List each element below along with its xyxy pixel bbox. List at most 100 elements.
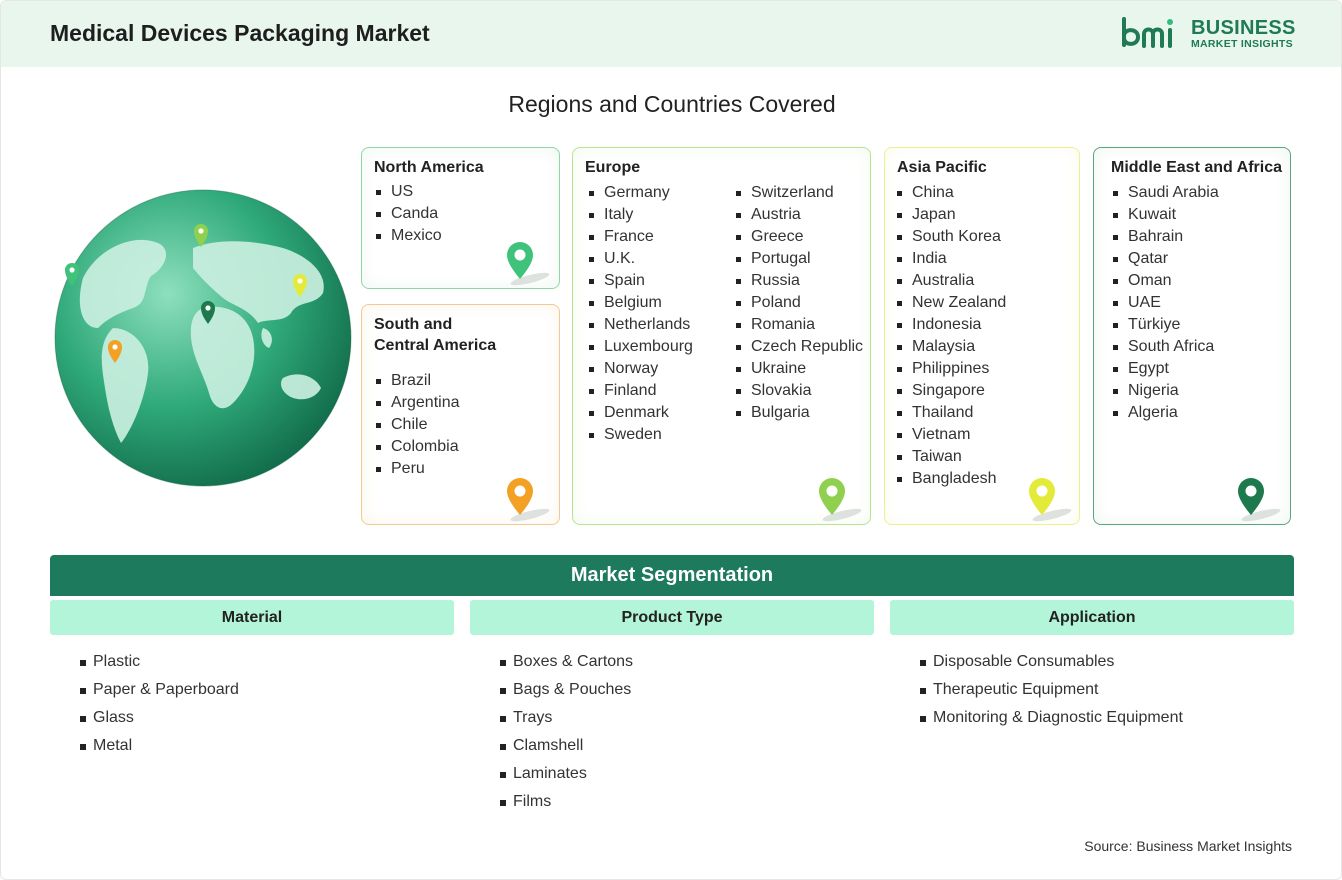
list-item: Egypt [1111, 358, 1219, 380]
region-card-middle-east-africa: Middle East and Africa Saudi Arabia Kuwa… [1093, 147, 1291, 525]
list-item: Italy [587, 204, 693, 226]
list-item: Greece [734, 226, 863, 248]
region-title: Middle East and Africa [1111, 159, 1282, 176]
list-item: China [895, 182, 1006, 204]
region-title: Europe [585, 159, 641, 176]
list-item: Norway [587, 358, 693, 380]
segment-heading-material: Material [50, 600, 454, 635]
list-item: Colombia [374, 436, 460, 458]
list-item: Denmark [587, 402, 693, 424]
header-bar: Medical Devices Packaging Market BUSINES… [1, 1, 1341, 67]
list-item: Plastic [80, 650, 239, 678]
list-item: Australia [895, 270, 1006, 292]
list-item: Belgium [587, 292, 693, 314]
list-item: Kuwait [1111, 204, 1219, 226]
list-item: Portugal [734, 248, 863, 270]
region-title: South and Central America [374, 314, 496, 356]
list-item: Austria [734, 204, 863, 226]
list-item: US [374, 181, 442, 203]
list-item: Japan [895, 204, 1006, 226]
list-item: Argentina [374, 392, 460, 414]
segment-heading-application: Application [890, 600, 1294, 635]
country-list: Saudi Arabia Kuwait Bahrain Qatar Oman U… [1111, 182, 1219, 424]
list-item: Canda [374, 203, 442, 225]
list-item: Russia [734, 270, 863, 292]
country-list: Brazil Argentina Chile Colombia Peru [374, 370, 460, 480]
list-item: Poland [734, 292, 863, 314]
country-list: China Japan South Korea India Australia … [895, 182, 1006, 490]
region-title: Asia Pacific [897, 159, 987, 176]
country-list: Germany Italy France U.K. Spain Belgium … [587, 182, 693, 446]
list-item: Czech Republic [734, 336, 863, 358]
list-item: Boxes & Cartons [500, 650, 633, 678]
list-item: Finland [587, 380, 693, 402]
list-item: Romania [734, 314, 863, 336]
list-item: Sweden [587, 424, 693, 446]
list-item: Bahrain [1111, 226, 1219, 248]
bmi-logo-icon [1122, 17, 1173, 48]
map-pin-icon [819, 478, 862, 522]
region-title-line: South and [374, 316, 453, 333]
list-item: Singapore [895, 380, 1006, 402]
list-item: India [895, 248, 1006, 270]
map-pin-icon [507, 242, 550, 286]
list-item: South Africa [1111, 336, 1219, 358]
list-item: Slovakia [734, 380, 863, 402]
region-card-asia-pacific: Asia Pacific China Japan South Korea Ind… [884, 147, 1080, 525]
list-item: Ukraine [734, 358, 863, 380]
segment-list-material: Plastic Paper & Paperboard Glass Metal [80, 650, 239, 762]
segment-heading-product-type: Product Type [470, 600, 874, 635]
region-card-europe: Europe Germany Italy France U.K. Spain B… [572, 147, 871, 525]
list-item: Disposable Consumables [920, 650, 1183, 678]
list-item: Glass [80, 706, 239, 734]
list-item: Malaysia [895, 336, 1006, 358]
list-item: Brazil [374, 370, 460, 392]
list-item: Therapeutic Equipment [920, 678, 1183, 706]
list-item: U.K. [587, 248, 693, 270]
list-item: Taiwan [895, 446, 1006, 468]
segment-list-application: Disposable Consumables Therapeutic Equip… [920, 650, 1183, 734]
market-segmentation-title: Market Segmentation [50, 555, 1294, 596]
list-item: Oman [1111, 270, 1219, 292]
list-item: Saudi Arabia [1111, 182, 1219, 204]
list-item: Films [500, 790, 633, 818]
region-card-north-america: North America US Canda Mexico [361, 147, 560, 289]
list-item: Algeria [1111, 402, 1219, 424]
list-item: Germany [587, 182, 693, 204]
list-item: Netherlands [587, 314, 693, 336]
list-item: Paper & Paperboard [80, 678, 239, 706]
list-item: Bangladesh [895, 468, 1006, 490]
list-item: New Zealand [895, 292, 1006, 314]
globe-illustration [54, 189, 352, 487]
infographic-frame: Medical Devices Packaging Market BUSINES… [0, 0, 1342, 880]
list-item: Philippines [895, 358, 1006, 380]
region-card-south-central-america: South and Central America Brazil Argenti… [361, 304, 560, 525]
list-item: Luxembourg [587, 336, 693, 358]
country-list: Switzerland Austria Greece Portugal Russ… [734, 182, 863, 424]
list-item: South Korea [895, 226, 1006, 248]
regions-title: Regions and Countries Covered [508, 91, 836, 117]
list-item: Bags & Pouches [500, 678, 633, 706]
list-item: Spain [587, 270, 693, 292]
brand-logo: BUSINESS MARKET INSIGHTS [1121, 16, 1301, 52]
list-item: Chile [374, 414, 460, 436]
region-title-line: Central America [374, 337, 497, 354]
list-item: Metal [80, 734, 239, 762]
list-item: Laminates [500, 762, 633, 790]
list-item: Switzerland [734, 182, 863, 204]
source-note: Source: Business Market Insights [1084, 838, 1292, 854]
page-title: Medical Devices Packaging Market [50, 20, 430, 46]
list-item: France [587, 226, 693, 248]
logo-text-business: BUSINESS [1191, 17, 1296, 39]
list-item: Peru [374, 458, 460, 480]
region-title: North America [374, 159, 484, 176]
list-item: Bulgaria [734, 402, 863, 424]
list-item: Nigeria [1111, 380, 1219, 402]
list-item: Türkiye [1111, 314, 1219, 336]
logo-text-market-insights: MARKET INSIGHTS [1191, 38, 1293, 50]
list-item: Mexico [374, 225, 442, 247]
list-item: UAE [1111, 292, 1219, 314]
map-pin-icon [1238, 478, 1281, 522]
map-pin-icon [507, 478, 550, 522]
list-item: Trays [500, 706, 633, 734]
